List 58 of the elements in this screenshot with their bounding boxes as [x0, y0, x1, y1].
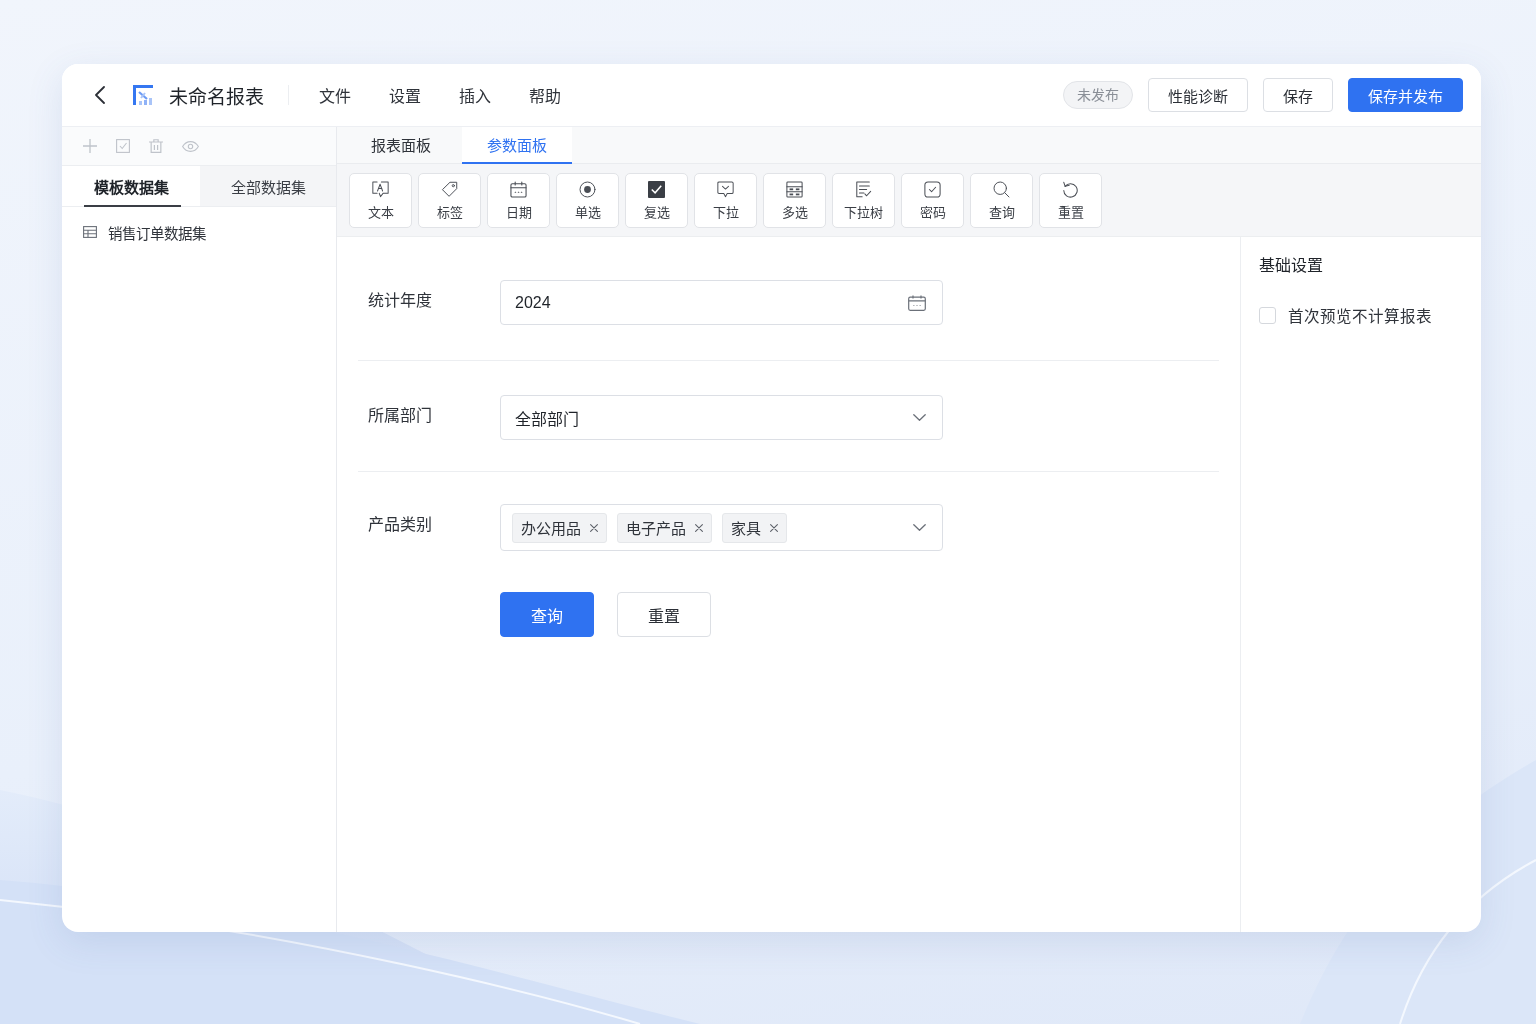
- primary-button[interactable]: 保存并发布: [1348, 78, 1463, 112]
- table-icon: [83, 226, 97, 238]
- calendar-icon: [908, 294, 926, 311]
- chevron-down-icon: [913, 524, 926, 531]
- text-box-icon: [372, 180, 389, 198]
- primary-button[interactable]: 查询: [500, 592, 594, 637]
- header-button[interactable]: 保存: [1263, 78, 1333, 112]
- status-pill: 未发布: [1063, 81, 1133, 109]
- chevron-down-icon: [913, 414, 926, 421]
- close-icon[interactable]: [590, 523, 598, 532]
- widget-button[interactable]: 查询: [970, 173, 1033, 228]
- dataset-item[interactable]: 销售订单数据集: [62, 222, 206, 242]
- field-label: 产品类别: [368, 515, 433, 535]
- section-title: 基础设置: [1259, 256, 1324, 276]
- report-title: 未命名报表: [169, 85, 264, 109]
- widget-button[interactable]: 重置: [1039, 173, 1102, 228]
- widget-button[interactable]: 单选: [556, 173, 619, 228]
- widget-button[interactable]: 文本: [349, 173, 412, 228]
- tag-icon: [441, 180, 458, 198]
- list-icon: [855, 180, 872, 198]
- menu-item[interactable]: 文件: [319, 83, 351, 107]
- filter-tag[interactable]: 电子产品: [617, 512, 712, 543]
- date-field[interactable]: 2024: [500, 280, 943, 325]
- menu-item[interactable]: 帮助: [529, 83, 561, 107]
- multi-select-field[interactable]: 办公用品 电子产品 家具: [500, 504, 943, 551]
- widget-button[interactable]: 下拉树: [832, 173, 895, 228]
- widget-button[interactable]: 多选: [763, 173, 826, 228]
- menu-item[interactable]: 插入: [459, 83, 491, 107]
- reset-icon: [1062, 180, 1079, 198]
- header-button[interactable]: 性能诊断: [1148, 78, 1248, 112]
- dataset-tab[interactable]: 全部数据集: [200, 166, 336, 206]
- widget-button[interactable]: 复选: [625, 173, 688, 228]
- checkbox[interactable]: [1259, 306, 1276, 324]
- widget-button[interactable]: 下拉: [694, 173, 757, 228]
- menu-item[interactable]: 设置: [389, 83, 421, 107]
- dropdown-icon: [717, 180, 734, 198]
- radio-icon: [579, 180, 596, 198]
- widget-button[interactable]: 标签: [418, 173, 481, 228]
- close-icon[interactable]: [695, 523, 703, 532]
- secondary-button[interactable]: 重置: [617, 592, 711, 637]
- checkbox-icon: [648, 180, 665, 198]
- close-icon[interactable]: [770, 523, 778, 532]
- dropdown-field[interactable]: 全部部门: [500, 395, 943, 440]
- checkbox-label: 首次预览不计算报表: [1288, 307, 1432, 326]
- logo-icon: [133, 85, 153, 105]
- widget-button[interactable]: 密码: [901, 173, 964, 228]
- search-icon: [993, 180, 1010, 198]
- grid-icon: [786, 180, 803, 198]
- square-check-icon: [924, 180, 941, 198]
- field-label: 所属部门: [368, 406, 433, 426]
- back-icon[interactable]: [95, 86, 105, 104]
- widget-button[interactable]: 日期: [487, 173, 550, 228]
- field-label: 统计年度: [368, 291, 433, 311]
- panel-tab[interactable]: 参数面板: [462, 127, 572, 164]
- filter-tag[interactable]: 办公用品: [512, 512, 607, 543]
- calendar-icon: [510, 180, 527, 198]
- panel-tab[interactable]: 报表面板: [346, 127, 456, 164]
- filter-tag[interactable]: 家具: [722, 512, 787, 543]
